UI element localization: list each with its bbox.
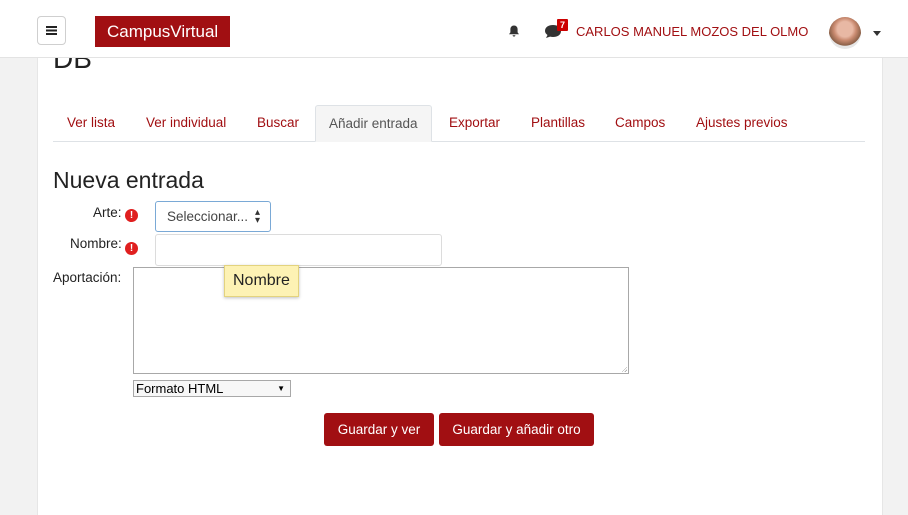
tab-ajustes-previos[interactable]: Ajustes previos [696, 105, 788, 141]
tab-ver-lista[interactable]: Ver lista [67, 105, 115, 141]
arte-label: Arte: [93, 205, 122, 220]
format-select[interactable]: Formato HTML ▼ [133, 380, 291, 397]
caret-down-icon[interactable] [873, 31, 881, 36]
tab-anadir-entrada[interactable]: Añadir entrada [315, 105, 432, 142]
arte-select[interactable]: Seleccionar... ▴ ▾ [155, 201, 271, 232]
avatar[interactable] [829, 17, 861, 49]
menu-toggle-button[interactable] [37, 16, 66, 45]
select-arrows-icon: ▴ ▾ [254, 207, 260, 226]
tab-plantillas[interactable]: Plantillas [531, 105, 585, 141]
nombre-label: Nombre: [70, 236, 122, 251]
aportacion-textarea[interactable] [133, 267, 629, 374]
nombre-tooltip: Nombre [224, 265, 299, 297]
tab-ver-individual[interactable]: Ver individual [146, 105, 226, 141]
chevron-down-icon: ▼ [277, 384, 285, 393]
required-icon: ! [125, 209, 138, 222]
message-count-badge: 7 [557, 19, 568, 31]
arte-select-value: Seleccionar... [167, 209, 249, 224]
required-icon: ! [125, 242, 138, 255]
tab-exportar[interactable]: Exportar [449, 105, 500, 141]
user-name[interactable]: CARLOS MANUEL MOZOS DEL OLMO [576, 24, 808, 39]
brand-logo[interactable]: CampusVirtual [95, 16, 231, 47]
tab-campos[interactable]: Campos [615, 105, 665, 141]
tab-buscar[interactable]: Buscar [257, 105, 299, 141]
tab-bar: Ver lista Ver individual Buscar Añadir e… [53, 105, 865, 142]
menu-icon [46, 26, 57, 35]
aportacion-label: Aportación: [53, 270, 122, 285]
form-heading: Nueva entrada [53, 167, 204, 193]
format-select-value: Formato HTML [136, 381, 224, 396]
nombre-input[interactable] [155, 234, 442, 266]
save-and-view-button[interactable]: Guardar y ver [324, 413, 434, 446]
resize-handle[interactable] [621, 366, 627, 372]
top-navbar: CampusVirtual 7 CARLOS MANUEL MOZOS DEL … [0, 0, 908, 58]
bell-icon[interactable] [507, 24, 521, 38]
save-and-add-button[interactable]: Guardar y añadir otro [439, 413, 594, 446]
